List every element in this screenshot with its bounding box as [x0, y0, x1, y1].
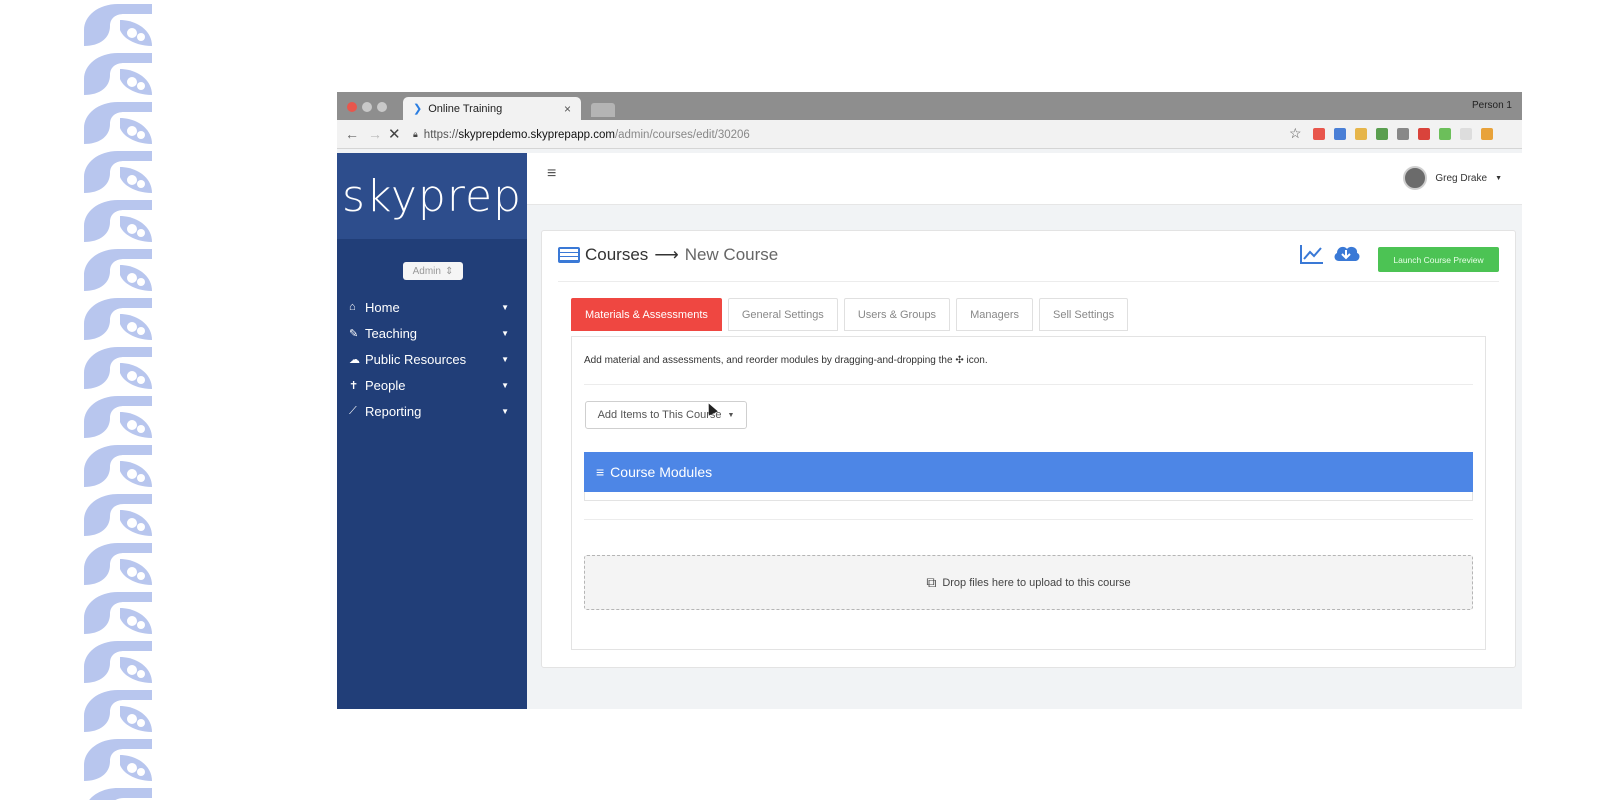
screen: ❯ Online Training × Person 1 ← → ✕ 🔒︎ ht…: [0, 0, 1600, 800]
role-select-value: Admin: [412, 265, 441, 277]
user-menu[interactable]: Greg Drake ▼: [1403, 166, 1502, 190]
course-modules-header: ≡ Course Modules: [584, 452, 1473, 492]
lock-icon: 🔒︎: [413, 129, 418, 139]
avatar: [1403, 166, 1428, 190]
profile-name[interactable]: Person 1: [1472, 100, 1512, 111]
extension-icon[interactable]: [1355, 128, 1367, 140]
book-icon: ✎: [349, 327, 359, 340]
url-path: /admin/courses/edit/30206: [614, 128, 750, 141]
role-select[interactable]: Admin ⇕: [403, 262, 463, 280]
user-name: Greg Drake: [1435, 172, 1488, 184]
add-items-label: Add Items to This Course: [597, 409, 722, 421]
sidebar: skyprep Admin ⇕ ⌂ Home ▼ ✎ Teaching ▼ ☁: [337, 153, 527, 709]
skyprep-logo[interactable]: skyprep: [342, 171, 522, 222]
cloud-download-icon[interactable]: [1331, 241, 1361, 265]
tab-close-icon[interactable]: ×: [564, 102, 571, 116]
tab-materials-assessments[interactable]: Materials & Assessments: [571, 298, 722, 331]
divider: [558, 281, 1499, 282]
extension-icon[interactable]: [1460, 128, 1472, 140]
caret-down-icon: ▼: [501, 302, 509, 312]
breadcrumb: Courses ⟶ New Course: [558, 245, 778, 265]
extension-icon[interactable]: [1418, 128, 1430, 140]
browser-tab-bar: ❯ Online Training × Person 1: [337, 92, 1522, 120]
sidebar-item-label: Teaching: [365, 325, 418, 341]
extension-icon[interactable]: [1313, 128, 1325, 140]
window-minimize-button[interactable]: [362, 102, 372, 112]
top-bar: ≡ Greg Drake ▼: [527, 153, 1522, 205]
new-tab-button[interactable]: [591, 103, 615, 117]
divider: [584, 519, 1473, 520]
url-host: skyprepdemo.skyprepapp.com: [458, 128, 615, 141]
course-tabs: Materials & Assessments General Settings…: [571, 298, 1129, 331]
person-icon: ✝: [349, 379, 359, 392]
caret-down-icon: ▼: [727, 411, 735, 419]
home-icon: ⌂: [349, 301, 356, 313]
launch-course-preview-button[interactable]: Launch Course Preview: [1378, 247, 1499, 272]
url-field[interactable]: 🔒︎ https:// skyprepdemo.skyprepapp.com /…: [413, 124, 1433, 145]
window-close-button[interactable]: [347, 102, 357, 112]
sidebar-item-reporting[interactable]: ⟋ Reporting ▼: [349, 400, 509, 422]
extension-icon[interactable]: [1334, 128, 1346, 140]
forward-arrow-icon[interactable]: →: [368, 126, 382, 142]
line-chart-icon[interactable]: [1299, 243, 1325, 265]
tab-general-settings[interactable]: General Settings: [727, 298, 838, 331]
hamburger-icon: ≡: [596, 464, 605, 480]
files-upload-icon: ⧉: [926, 574, 937, 590]
breadcrumb-courses-link[interactable]: Courses: [585, 245, 648, 265]
extension-icon[interactable]: [1439, 128, 1451, 140]
hamburger-menu-icon[interactable]: ≡: [547, 165, 556, 183]
sidebar-item-public-resources[interactable]: ☁ Public Resources ▼: [349, 348, 509, 370]
sidebar-item-label: Public Resources: [365, 351, 467, 367]
extension-icon[interactable]: [1376, 128, 1388, 140]
tab-managers[interactable]: Managers: [956, 298, 1033, 331]
browser-window: ❯ Online Training × Person 1 ← → ✕ 🔒︎ ht…: [337, 92, 1522, 709]
bookmark-star-icon[interactable]: ☆: [1289, 125, 1302, 142]
decorative-pattern: [80, 0, 156, 800]
tab-users-groups[interactable]: Users & Groups: [843, 298, 951, 331]
caret-down-icon: ▼: [501, 328, 509, 338]
course-modules-title: Course Modules: [610, 464, 713, 480]
caret-down-icon: ▼: [1495, 174, 1502, 182]
course-editor-card: Courses ⟶ New Course Launch Course Previ…: [541, 230, 1516, 668]
extension-icon[interactable]: [1481, 128, 1493, 140]
stop-loading-icon[interactable]: ✕: [388, 125, 401, 143]
extension-icon[interactable]: [1397, 128, 1409, 140]
materials-panel: Add material and assessments, and reorde…: [571, 336, 1486, 650]
divider: [584, 384, 1473, 385]
sidebar-item-teaching[interactable]: ✎ Teaching ▼: [349, 322, 509, 344]
add-items-dropdown-button[interactable]: Add Items to This Course ▼: [585, 401, 747, 429]
dropzone-text: Drop files here to upload to this course: [942, 576, 1131, 589]
logo-area: skyprep: [337, 153, 527, 239]
cloud-icon: ☁: [349, 353, 360, 366]
sidebar-item-label: People: [365, 377, 406, 393]
chart-icon: ⟋: [349, 404, 357, 417]
list-icon: [558, 247, 580, 263]
sidebar-item-people[interactable]: ✝ People ▼: [349, 374, 509, 396]
tab-title: Online Training: [428, 102, 503, 115]
pattern-svg: [84, 4, 152, 800]
file-dropzone[interactable]: ⧉ Drop files here to upload to this cour…: [584, 555, 1473, 610]
breadcrumb-current: New Course: [684, 245, 779, 264]
caret-down-icon: ▼: [501, 354, 509, 364]
browser-tab[interactable]: ❯ Online Training ×: [403, 97, 581, 120]
address-bar: ← → ✕ 🔒︎ https:// skyprepdemo.skyprepapp…: [337, 120, 1522, 149]
back-arrow-icon[interactable]: ←: [345, 126, 359, 142]
caret-down-icon: ▼: [501, 406, 509, 416]
sidebar-item-label: Home: [365, 299, 400, 315]
tab-sell-settings[interactable]: Sell Settings: [1038, 298, 1129, 331]
select-arrows-icon: ⇕: [444, 265, 454, 277]
url-scheme: https://: [423, 128, 459, 141]
tab-favicon-icon: ❯: [413, 103, 423, 115]
window-maximize-button[interactable]: [377, 102, 387, 112]
help-text: Add material and assessments, and reorde…: [584, 355, 988, 366]
sidebar-item-home[interactable]: ⌂ Home ▼: [349, 296, 509, 318]
course-modules-list: [584, 492, 1473, 501]
breadcrumb-arrow-icon: ⟶: [654, 245, 679, 264]
caret-down-icon: ▼: [501, 380, 509, 390]
sidebar-item-label: Reporting: [365, 403, 422, 419]
